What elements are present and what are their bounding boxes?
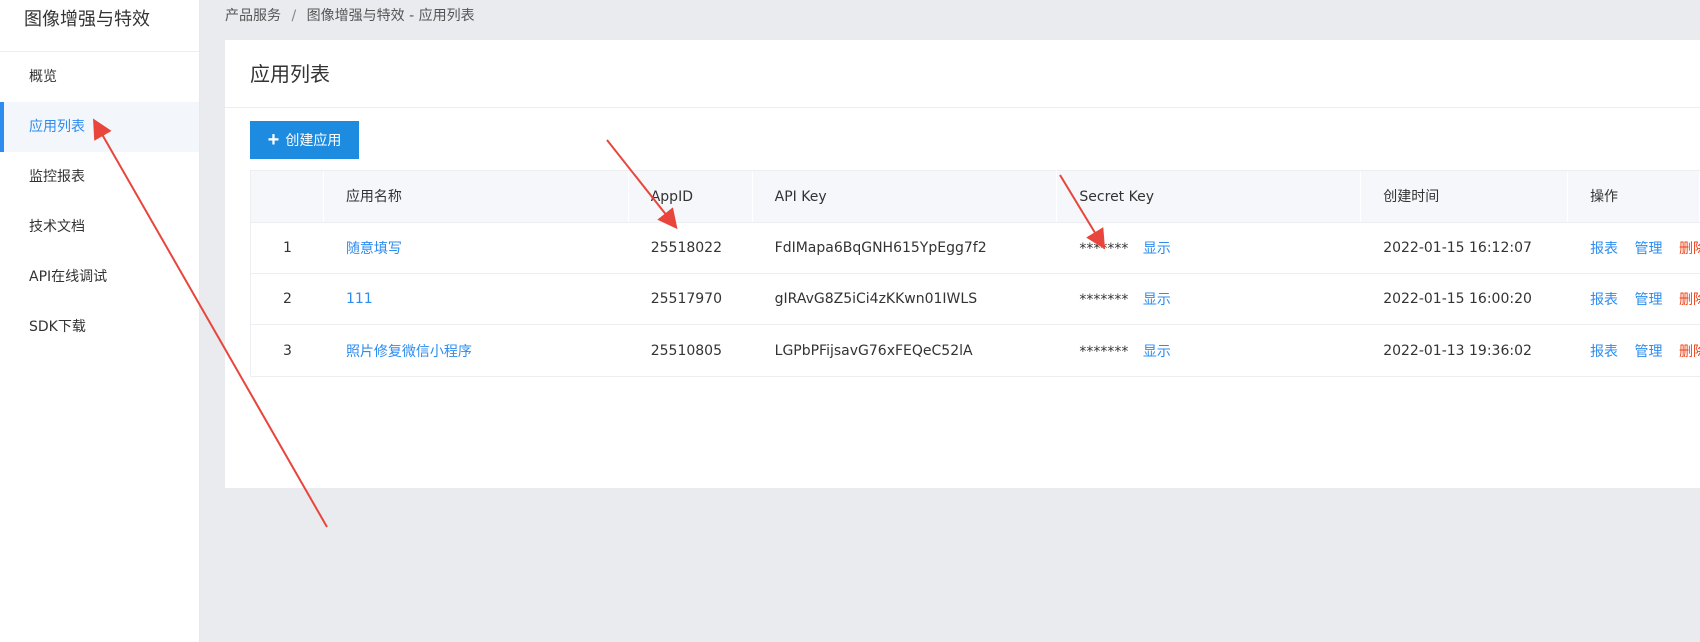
report-link[interactable]: 报表 [1590,241,1618,257]
app-name-link[interactable]: 111 [346,291,373,307]
header-created-time: 创建时间 [1361,171,1569,222]
page-title: 应用列表 [225,40,1700,108]
created-time: 2022-01-15 16:00:20 [1383,291,1532,307]
app-name-link[interactable]: 照片修复微信小程序 [346,344,472,360]
row-index: 2 [283,291,292,307]
app-list-panel: 应用列表 + 创建应用 应用名称 AppID API Key Secret Ke… [225,40,1700,488]
created-time: 2022-01-13 19:36:02 [1383,342,1532,359]
row-index: 1 [283,240,292,256]
manage-link[interactable]: 管理 [1635,241,1663,257]
report-link[interactable]: 报表 [1590,344,1618,360]
breadcrumb-separator: / [291,8,297,24]
header-appid: AppID [629,171,753,222]
report-link[interactable]: 报表 [1590,292,1618,308]
delete-link[interactable]: 删除 [1679,292,1700,308]
secret-key-masked: ******* [1079,343,1129,360]
app-id: 25510805 [650,342,722,359]
created-time: 2022-01-15 16:12:07 [1383,240,1532,256]
table-row: 1 随意填写 25518022 FdIMapa6BqGNH615YpEgg7f2… [251,223,1700,274]
header-index [251,171,324,222]
table-row: 2 111 25517970 gIRAvG8Z5iCi4zKKwn01IWLS … [251,274,1700,325]
breadcrumb-current: 图像增强与特效 - 应用列表 [306,8,475,24]
plus-icon: + [267,129,280,151]
header-secret-key: Secret Key [1057,171,1362,222]
show-secret-link[interactable]: 显示 [1143,344,1171,360]
app-id: 25518022 [650,240,722,256]
main-content: 产品服务 / 图像增强与特效 - 应用列表 应用列表 + 创建应用 应用名称 A… [200,0,1700,642]
sidebar-item-overview[interactable]: 概览 [0,52,199,102]
sidebar-item-tech-docs[interactable]: 技术文档 [0,202,199,252]
sidebar-title: 图像增强与特效 [0,0,199,52]
breadcrumb: 产品服务 / 图像增强与特效 - 应用列表 [225,5,475,25]
sidebar-nav: 概览 应用列表 监控报表 技术文档 API在线调试 SDK下载 [0,52,199,352]
secret-key-masked: ******* [1079,241,1129,257]
create-app-label: 创建应用 [285,132,342,148]
sidebar: 图像增强与特效 概览 应用列表 监控报表 技术文档 API在线调试 SDK下载 [0,0,200,642]
delete-link[interactable]: 删除 [1679,241,1700,257]
delete-link[interactable]: 删除 [1679,344,1700,360]
manage-link[interactable]: 管理 [1635,344,1663,360]
table-row: 3 照片修复微信小程序 25510805 LGPbPFijsavG76xFEQe… [251,325,1700,376]
show-secret-link[interactable]: 显示 [1143,292,1171,308]
header-app-name: 应用名称 [324,171,629,222]
create-app-button[interactable]: + 创建应用 [250,121,359,159]
sidebar-item-app-list[interactable]: 应用列表 [0,102,199,152]
sidebar-item-sdk-download[interactable]: SDK下载 [0,302,199,352]
header-operations: 操作 [1568,171,1700,222]
api-key: LGPbPFijsavG76xFEQeC52lA [774,342,973,359]
sidebar-item-api-debug[interactable]: API在线调试 [0,252,199,302]
secret-key-masked: ******* [1079,292,1129,308]
sidebar-item-monitor-report[interactable]: 监控报表 [0,152,199,202]
app-id: 25517970 [650,291,722,307]
header-api-key: API Key [753,171,1058,222]
manage-link[interactable]: 管理 [1635,292,1663,308]
table-header-row: 应用名称 AppID API Key Secret Key 创建时间 操作 [251,171,1700,223]
show-secret-link[interactable]: 显示 [1143,241,1171,257]
app-window: 图像增强与特效 概览 应用列表 监控报表 技术文档 API在线调试 SDK下载 … [0,0,1700,642]
api-key: gIRAvG8Z5iCi4zKKwn01IWLS [774,291,978,307]
breadcrumb-root[interactable]: 产品服务 [225,8,281,24]
app-table: 应用名称 AppID API Key Secret Key 创建时间 操作 1 … [250,170,1700,377]
app-name-link[interactable]: 随意填写 [346,241,402,257]
api-key: FdIMapa6BqGNH615YpEgg7f2 [774,240,987,256]
row-index: 3 [283,342,292,359]
